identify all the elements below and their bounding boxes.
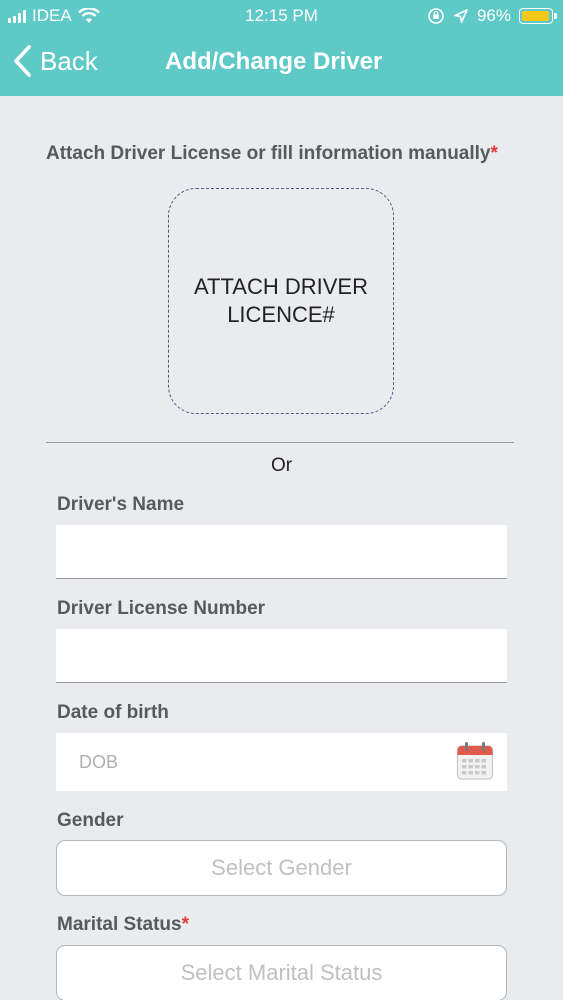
driver-name-input[interactable] bbox=[56, 525, 507, 579]
status-bar: IDEA 12:15 PM 96% bbox=[0, 0, 563, 32]
status-right: 96% bbox=[427, 6, 557, 26]
gender-select-placeholder: Select Gender bbox=[211, 855, 352, 880]
license-number-input[interactable] bbox=[56, 629, 507, 683]
page-title: Add/Change Driver bbox=[165, 48, 383, 75]
or-separator: Or bbox=[270, 455, 293, 476]
required-marker: * bbox=[181, 914, 189, 935]
marital-status-select[interactable]: Select Marital Status bbox=[56, 945, 507, 1000]
attach-license-button[interactable]: ATTACH DRIVER LICENCE# bbox=[168, 188, 394, 414]
license-number-label: Driver License Number bbox=[57, 598, 266, 619]
back-label: Back bbox=[40, 45, 98, 76]
dob-input[interactable] bbox=[56, 733, 507, 791]
dob-label: Date of birth bbox=[57, 702, 169, 723]
navigation-bar: Back Add/Change Driver bbox=[0, 40, 563, 88]
divider bbox=[46, 442, 514, 443]
marital-status-label-text: Marital Status bbox=[57, 914, 182, 935]
orientation-lock-icon bbox=[428, 8, 444, 24]
app-header: IDEA 12:15 PM 96% Back Add/Change Driver bbox=[0, 0, 563, 96]
required-marker: * bbox=[490, 143, 498, 164]
battery-percent: 96% bbox=[476, 6, 511, 25]
chevron-left-icon bbox=[14, 45, 31, 77]
driver-name-label: Driver's Name bbox=[57, 494, 185, 515]
gender-select[interactable]: Select Gender bbox=[56, 840, 507, 896]
battery-fill bbox=[522, 11, 549, 21]
attach-license-label: ATTACH DRIVER LICENCE# bbox=[194, 273, 368, 329]
back-button[interactable]: Back bbox=[12, 44, 98, 78]
battery-icon bbox=[519, 8, 557, 24]
gender-label: Gender bbox=[57, 810, 124, 831]
location-icon bbox=[454, 9, 468, 23]
attach-heading-text: Attach Driver License or fill informatio… bbox=[46, 143, 491, 164]
marital-status-select-placeholder: Select Marital Status bbox=[180, 960, 383, 985]
attach-label-line1: ATTACH DRIVER bbox=[194, 274, 368, 299]
attach-label-line2: LICENCE# bbox=[227, 302, 335, 327]
attach-heading: Attach Driver License or fill informatio… bbox=[46, 143, 498, 165]
calendar-icon[interactable] bbox=[456, 741, 494, 781]
marital-status-label: Marital Status* bbox=[57, 914, 189, 936]
